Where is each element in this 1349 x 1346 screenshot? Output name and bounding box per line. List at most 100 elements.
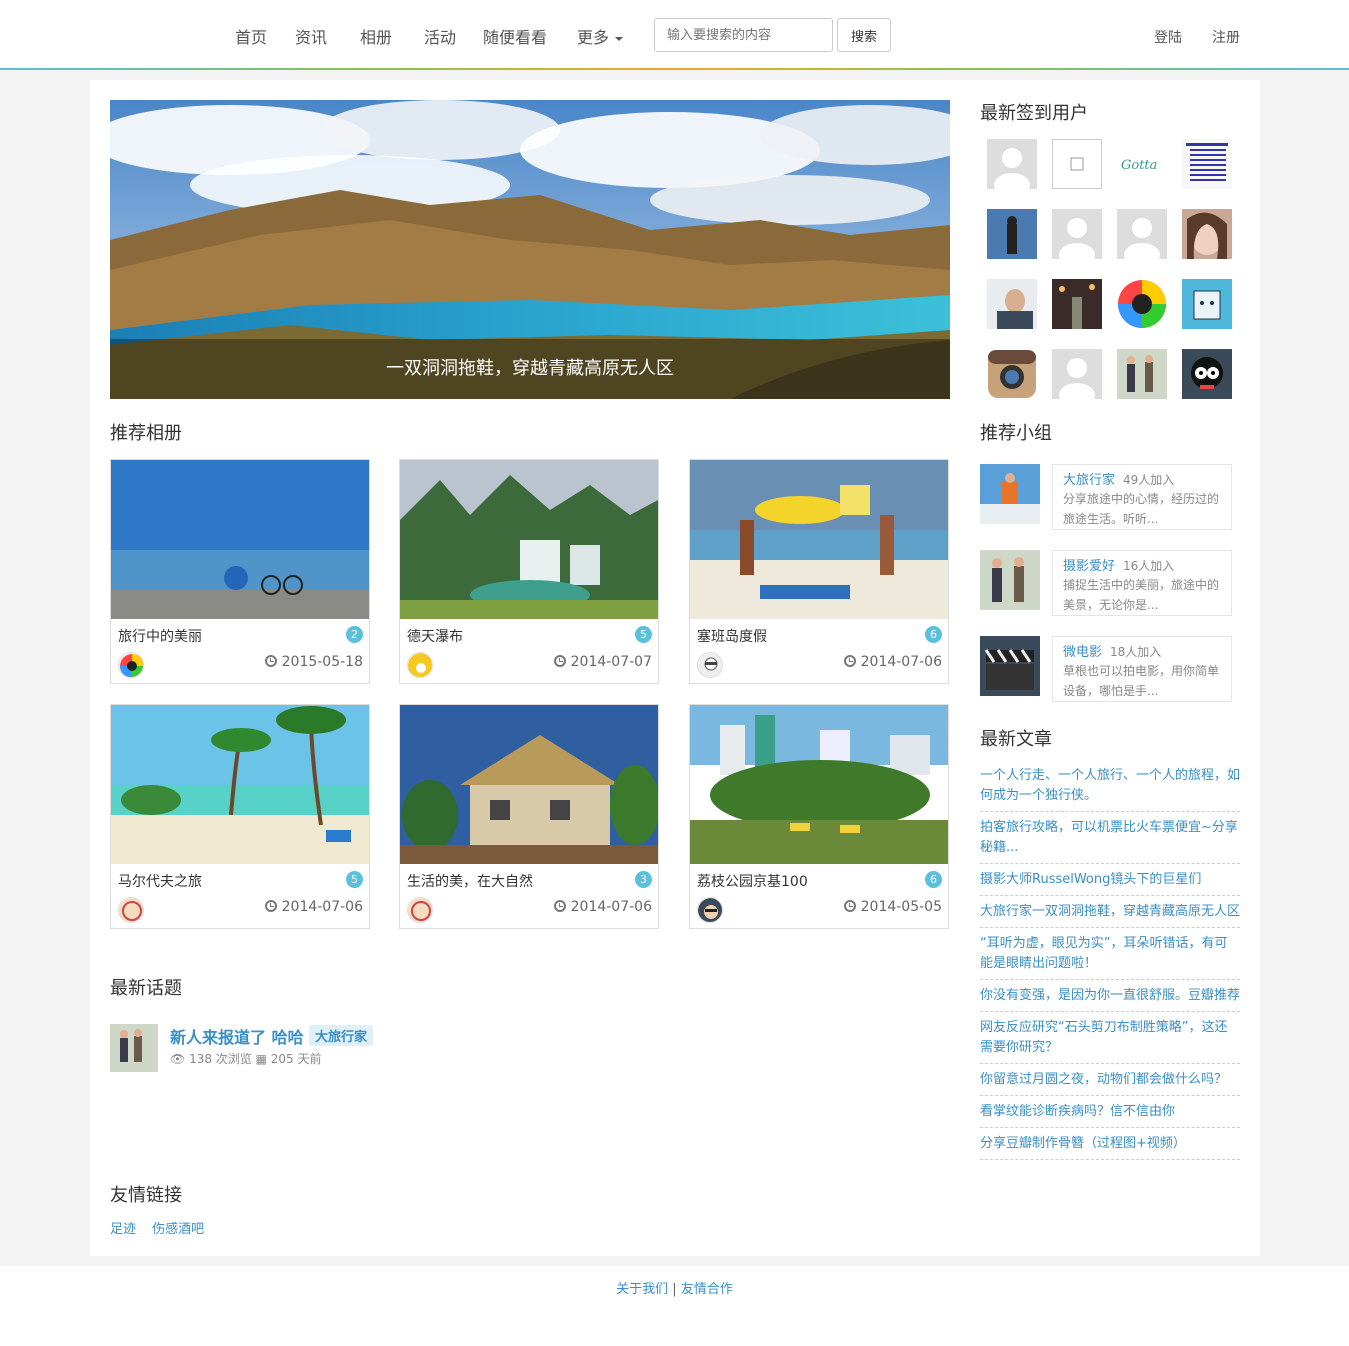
article-link[interactable]: 网友反应研究“石头剪刀布制胜策略”，这还需要你研究？	[980, 1018, 1240, 1064]
avatar[interactable]	[697, 652, 723, 678]
album-card[interactable]: 荔枝公园京基100 6 2014-05-05	[689, 704, 949, 929]
album-thumbnail[interactable]	[400, 460, 658, 619]
album-card[interactable]: 生活的美，在大自然 3 2014-07-06	[399, 704, 659, 929]
broken-image-icon[interactable]	[1052, 139, 1102, 189]
friend-links-title: 友情链接	[110, 1185, 182, 1206]
group-item[interactable]: 摄影爱好 16人加入 捕捉生活中的美丽，旅途中的美景，无论你是...	[980, 550, 1232, 616]
article-link[interactable]: 拍客旅行攻略，可以机票比火车票便宜~分享秘籍...	[980, 818, 1240, 864]
footer: 关于我们 | 友情合作	[0, 1266, 1349, 1346]
topic-group-tag[interactable]: 大旅行家	[309, 1025, 374, 1046]
album-thumbnail[interactable]	[690, 705, 948, 864]
avatar[interactable]	[1182, 279, 1232, 329]
article-link[interactable]: 分享豆瓣制作骨簪（过程图+视频）	[980, 1134, 1240, 1160]
avatar[interactable]	[118, 897, 144, 923]
album-thumbnail[interactable]	[111, 460, 369, 619]
clock-icon	[553, 655, 566, 667]
article-link[interactable]: 你留意过月圆之夜，动物们都会做什么吗？	[980, 1070, 1240, 1096]
nav-item-albums[interactable]: 相册	[360, 24, 392, 48]
group-image[interactable]	[980, 550, 1040, 610]
article-link[interactable]: 你没有变强，是因为你一直很舒服。豆瓣推荐	[980, 986, 1240, 1012]
friend-link[interactable]: 足迹	[110, 1222, 136, 1237]
avatar[interactable]	[1117, 349, 1167, 399]
group-description: 分享旅途中的心情，经历过的旅途生活。听听...	[1063, 492, 1220, 526]
avatar[interactable]	[407, 897, 433, 923]
group-member-count: 18人加入	[1110, 645, 1162, 659]
article-link[interactable]: 一个人行走、一个人旅行、一个人的旅程，如何成为一个独行侠。	[980, 766, 1240, 812]
album-title[interactable]: 塞班岛度假	[697, 626, 767, 646]
album-count-badge: 5	[635, 626, 652, 643]
cooperation-link[interactable]: 友情合作	[681, 1282, 733, 1297]
about-link[interactable]: 关于我们	[616, 1282, 668, 1297]
nav-item-events[interactable]: 活动	[424, 24, 456, 48]
group-name[interactable]: 微电影	[1063, 645, 1102, 660]
friend-link[interactable]: 伤感酒吧	[152, 1222, 204, 1237]
topic-meta: 👁 138 次浏览 ▦ 205 天前	[170, 1050, 321, 1067]
album-thumbnail[interactable]	[690, 460, 948, 619]
avatar[interactable]	[1117, 209, 1167, 259]
article-link[interactable]: 摄影大师RusselWong镜头下的巨星们	[980, 870, 1240, 896]
topic-meta-text: 138 次浏览 ▦ 205 天前	[189, 1052, 322, 1066]
avatar[interactable]	[110, 1024, 158, 1072]
group-image[interactable]	[980, 636, 1040, 696]
login-link[interactable]: 登陆	[1154, 27, 1182, 47]
clock-icon	[843, 900, 856, 912]
avatar[interactable]	[987, 209, 1037, 259]
nav-divider	[0, 68, 1349, 70]
hero-slider[interactable]: 一双洞洞拖鞋，穿越青藏高原无人区	[110, 100, 950, 399]
articles-section-title: 最新文章	[980, 729, 1052, 750]
album-card[interactable]: 德天瀑布 5 2014-07-07	[399, 459, 659, 684]
group-name[interactable]: 大旅行家	[1063, 473, 1115, 488]
album-date: 2014-07-07	[553, 654, 652, 670]
avatar[interactable]	[987, 279, 1037, 329]
album-date-text: 2014-07-06	[281, 899, 363, 915]
article-link[interactable]: 看掌纹能诊断疾病吗？信不信由你	[980, 1102, 1240, 1128]
group-item[interactable]: 大旅行家 49人加入 分享旅途中的心情，经历过的旅途生活。听听...	[980, 464, 1232, 530]
album-card[interactable]: 塞班岛度假 6 2014-07-06	[689, 459, 949, 684]
nav-item-home[interactable]: 首页	[235, 24, 267, 48]
album-date: 2014-05-05	[843, 899, 942, 915]
register-link[interactable]: 注册	[1212, 27, 1240, 47]
nav-item-news[interactable]: 资讯	[295, 24, 327, 48]
album-title[interactable]: 荔枝公园京基100	[697, 871, 808, 891]
hero-caption[interactable]: 一双洞洞拖鞋，穿越青藏高原无人区	[110, 339, 950, 399]
avatar[interactable]	[1117, 279, 1167, 329]
avatar[interactable]	[1052, 209, 1102, 259]
topic-title-link[interactable]: 新人来报道了 哈哈	[170, 1024, 304, 1048]
album-card[interactable]: 旅行中的美丽 2 2015-05-18	[110, 459, 370, 684]
album-thumbnail[interactable]	[400, 705, 658, 864]
album-title[interactable]: 马尔代夫之旅	[118, 871, 202, 891]
avatar[interactable]	[987, 139, 1037, 189]
avatar[interactable]	[1052, 349, 1102, 399]
album-count-badge: 2	[346, 626, 363, 643]
album-title[interactable]: 生活的美，在大自然	[407, 871, 533, 891]
nav-item-browse[interactable]: 随便看看	[483, 24, 547, 48]
albums-section-title: 推荐相册	[110, 423, 182, 444]
album-title[interactable]: 德天瀑布	[407, 626, 463, 646]
album-date: 2014-07-06	[264, 899, 363, 915]
search-input[interactable]	[654, 18, 833, 52]
album-thumbnail[interactable]	[111, 705, 369, 864]
avatar[interactable]	[697, 897, 723, 923]
avatar[interactable]	[1182, 349, 1232, 399]
album-card[interactable]: 马尔代夫之旅 5 2014-07-06	[110, 704, 370, 929]
group-member-count: 16人加入	[1123, 559, 1175, 573]
avatar[interactable]	[407, 652, 433, 678]
album-date-text: 2014-07-06	[860, 654, 942, 670]
album-count-badge: 6	[925, 626, 942, 643]
group-image[interactable]	[980, 464, 1040, 524]
avatar[interactable]: Gotta	[1117, 139, 1167, 189]
avatar[interactable]	[1182, 139, 1232, 189]
nav-item-more[interactable]: 更多	[577, 24, 624, 48]
group-item[interactable]: 微电影 18人加入 草根也可以拍电影，用你简单设备，哪怕是手...	[980, 636, 1232, 702]
article-link[interactable]: 大旅行家一双洞洞拖鞋，穿越青藏高原无人区	[980, 902, 1240, 928]
avatar[interactable]	[987, 349, 1037, 399]
group-name[interactable]: 摄影爱好	[1063, 559, 1115, 574]
avatar[interactable]	[1052, 279, 1102, 329]
avatar[interactable]	[118, 652, 144, 678]
eye-icon: 👁	[170, 1052, 190, 1066]
album-date: 2014-07-06	[843, 654, 942, 670]
search-button[interactable]: 搜索	[837, 18, 891, 52]
article-link[interactable]: “耳听为虚，眼见为实”，耳朵听错话，有可能是眼睛出问题啦！	[980, 934, 1240, 980]
album-title[interactable]: 旅行中的美丽	[118, 626, 202, 646]
avatar[interactable]	[1182, 209, 1232, 259]
